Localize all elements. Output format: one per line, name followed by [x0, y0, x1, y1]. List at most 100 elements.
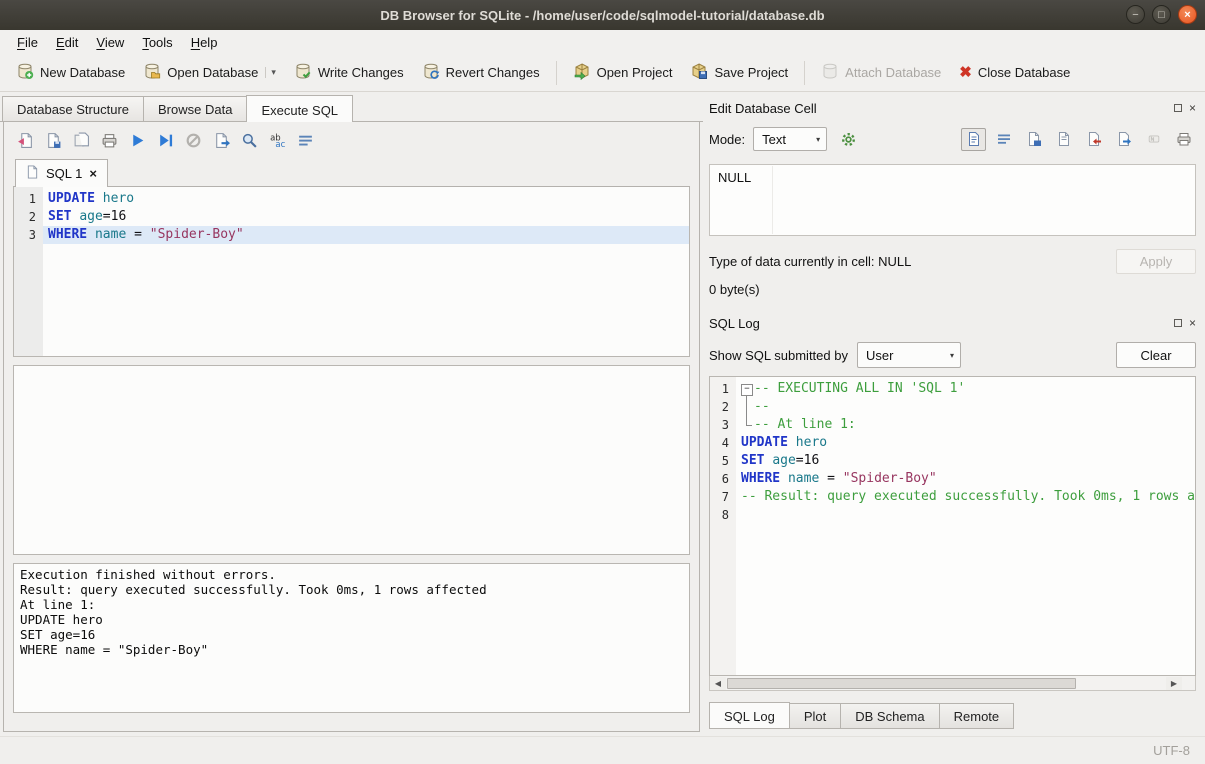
export-icon[interactable] — [1111, 128, 1136, 151]
cell-value-editor[interactable]: NULL — [709, 164, 1196, 236]
close-database-button[interactable]: ✖ Close Database — [951, 60, 1078, 85]
code-text: -- Result: query executed successfully. … — [736, 488, 1195, 506]
code-text: -- EXECUTING ALL IN 'SQL 1' — [736, 380, 1195, 398]
left-pane: Database Structure Browse Data Execute S… — [0, 92, 703, 736]
line-number: 6 — [710, 470, 736, 488]
close-window-button[interactable]: × — [1178, 5, 1197, 24]
minimize-button[interactable]: − — [1126, 5, 1145, 24]
code-line: 7-- Result: query executed successfully.… — [710, 488, 1195, 506]
tab-sql-log[interactable]: SQL Log — [709, 702, 790, 729]
write-changes-icon — [294, 62, 312, 83]
open-database-dropdown-icon[interactable]: ▾ — [265, 67, 276, 78]
menu-edit[interactable]: Edit — [47, 32, 87, 53]
code-line: 2-- — [710, 398, 1195, 416]
attach-database-button[interactable]: Attach Database — [813, 57, 949, 88]
save-sql-file-button[interactable] — [41, 129, 66, 152]
print-icon[interactable] — [1171, 128, 1196, 151]
dock-float-icon[interactable] — [1174, 104, 1182, 112]
code-line: 1UPDATE hero — [14, 190, 689, 208]
code-line: 2SET age=16 — [14, 208, 689, 226]
sql-log-view[interactable]: 1-- EXECUTING ALL IN 'SQL 1'2--3-- At li… — [709, 376, 1196, 676]
tab-database-structure[interactable]: Database Structure — [2, 96, 144, 121]
encoding-indicator: UTF-8 — [1153, 743, 1190, 758]
tab-remote[interactable]: Remote — [939, 703, 1015, 729]
tab-execute-sql[interactable]: Execute SQL — [246, 95, 353, 122]
log-horizontal-scrollbar[interactable]: ◀ ▶ — [709, 676, 1196, 691]
tab-plot[interactable]: Plot — [789, 703, 841, 729]
sql-editor[interactable]: 1UPDATE hero2SET age=163WHERE name = "Sp… — [13, 187, 690, 357]
main-toolbar: New Database Open Database ▾ Write Chang… — [0, 54, 1205, 92]
execute-all-icon[interactable] — [125, 129, 150, 152]
menu-tools[interactable]: Tools — [133, 32, 181, 53]
toolbar-separator — [804, 61, 805, 85]
code-text: WHERE name = "Spider-Boy" — [736, 470, 1195, 488]
replace-button[interactable]: abac — [265, 129, 290, 152]
menu-view[interactable]: View — [87, 32, 133, 53]
code-text: WHERE name = "Spider-Boy" — [43, 226, 689, 244]
submitted-by-select[interactable]: User ▾ — [857, 342, 961, 368]
import-icon[interactable] — [1081, 128, 1106, 151]
line-number: 8 — [710, 506, 736, 524]
code-text: UPDATE hero — [43, 190, 689, 208]
sql-log-title: SQL Log — [709, 316, 760, 331]
cell-type-info: Type of data currently in cell: NULL — [709, 254, 911, 269]
save-project-icon — [690, 62, 708, 83]
maximize-button[interactable]: □ — [1152, 5, 1171, 24]
menu-file[interactable]: File — [8, 32, 47, 53]
execute-sql-page: abac SQL 1 × 1UPDATE hero2SET age=163WHE… — [3, 122, 700, 732]
dock-close-icon[interactable]: × — [1189, 102, 1196, 114]
write-changes-button[interactable]: Write Changes — [286, 57, 412, 88]
tab-browse-data[interactable]: Browse Data — [143, 96, 247, 121]
window-title: DB Browser for SQLite - /home/user/code/… — [380, 8, 824, 23]
save-file-icon[interactable] — [1051, 128, 1076, 151]
main-tab-bar: Database Structure Browse Data Execute S… — [0, 95, 703, 122]
open-sql-file-button[interactable] — [13, 129, 38, 152]
word-wrap-icon[interactable] — [293, 129, 318, 152]
execute-line-icon[interactable] — [153, 129, 178, 152]
dock-close-icon[interactable]: × — [1189, 317, 1196, 329]
bottom-tab-bar: SQL Log Plot DB Schema Remote — [709, 702, 1196, 729]
mode-row: Mode: Text ▾ — [709, 127, 1196, 151]
sql-tab-bar: SQL 1 × — [13, 159, 690, 187]
open-project-button[interactable]: Open Project — [565, 57, 681, 88]
export-csv-button[interactable] — [209, 129, 234, 152]
results-grid[interactable] — [13, 365, 690, 555]
set-null-icon[interactable] — [1141, 128, 1166, 151]
main-area: Database Structure Browse Data Execute S… — [0, 92, 1205, 736]
save-project-button[interactable]: Save Project — [682, 57, 796, 88]
scroll-right-icon[interactable]: ▶ — [1166, 677, 1182, 690]
scroll-left-icon[interactable]: ◀ — [710, 677, 726, 690]
tab-db-schema[interactable]: DB Schema — [840, 703, 939, 729]
menu-help[interactable]: Help — [182, 32, 227, 53]
fold-marker-icon[interactable] — [741, 380, 754, 398]
stop-button[interactable] — [181, 129, 206, 152]
execution-output: Execution finished without errors. Resul… — [13, 563, 690, 713]
sql-tab-close-icon[interactable]: × — [89, 166, 97, 181]
right-pane: Edit Database Cell × Mode: Text ▾ — [703, 92, 1205, 736]
line-number: 3 — [14, 226, 43, 244]
scrollbar-thumb[interactable] — [727, 678, 1076, 689]
save-sql-as-button[interactable] — [69, 129, 94, 152]
dock-float-icon[interactable] — [1174, 319, 1182, 327]
auto-switch-mode-button[interactable] — [835, 127, 861, 151]
mode-select[interactable]: Text ▾ — [753, 127, 827, 151]
code-line: 8 — [710, 506, 1195, 524]
sql-tab[interactable]: SQL 1 × — [15, 159, 108, 187]
code-line: 5SET age=16 — [710, 452, 1195, 470]
new-database-button[interactable]: New Database — [8, 57, 133, 88]
clear-log-button[interactable]: Clear — [1116, 342, 1196, 368]
sql-log-header: SQL Log × — [709, 313, 1196, 333]
fold-guide — [741, 398, 754, 416]
open-file-icon[interactable] — [1021, 128, 1046, 151]
open-database-button[interactable]: Open Database ▾ — [135, 57, 284, 88]
text-view-icon[interactable] — [961, 128, 986, 151]
revert-changes-button[interactable]: Revert Changes — [414, 57, 548, 88]
word-wrap-icon[interactable] — [991, 128, 1016, 151]
find-button[interactable] — [237, 129, 262, 152]
apply-button[interactable]: Apply — [1116, 249, 1196, 274]
filter-label: Show SQL submitted by — [709, 348, 848, 363]
line-number: 4 — [710, 434, 736, 452]
attach-database-icon — [821, 62, 839, 83]
svg-text:ac: ac — [275, 140, 285, 149]
print-button[interactable] — [97, 129, 122, 152]
